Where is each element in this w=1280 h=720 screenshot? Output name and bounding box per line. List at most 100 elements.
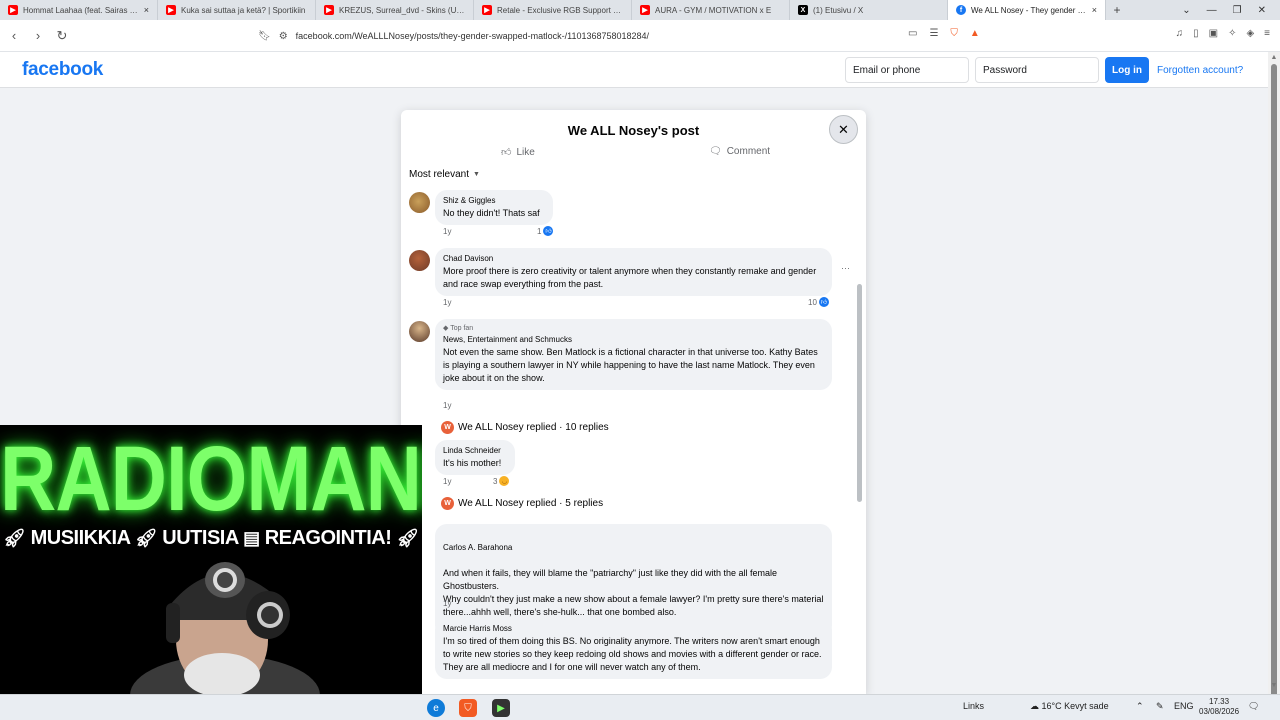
forgotten-account-link[interactable]: Forgotten account? — [1157, 65, 1243, 76]
reader-icon[interactable]: ☰ — [929, 28, 938, 39]
youtube-icon: ▶ — [324, 5, 334, 15]
avatar[interactable] — [409, 250, 430, 271]
comment-time[interactable]: 1y — [443, 401, 451, 410]
cloud-rain-icon: ☁︎ — [1030, 701, 1039, 711]
view-replies-link[interactable]: W We ALL Nosey replied · 5 replies — [441, 497, 603, 510]
password-field[interactable] — [975, 57, 1099, 83]
comment-time[interactable]: 1y — [443, 227, 451, 236]
browser-tab[interactable]: X (1) Etusivu / X — [790, 0, 948, 20]
browser-tab[interactable]: ▶ Retale - Exclusive RGB Support (w/ — [474, 0, 632, 20]
notification-icon[interactable]: 🗨︎ — [1248, 701, 1259, 712]
back-icon[interactable]: ‹ — [4, 28, 24, 43]
close-tab-icon[interactable]: × — [144, 5, 149, 15]
top-fan-badge: ◆ Top fan — [443, 325, 474, 332]
browser-tab[interactable]: ▶ Kuka sai suttaa ja ketä? | Sportikiin — [158, 0, 316, 20]
commenter-name[interactable]: Chad Davison — [443, 253, 824, 265]
stream-overlay: RADIOMANE 🚀︎ MUSIIKKIA 🚀︎ UUTISIA ▤ REAG… — [0, 425, 422, 695]
cast-icon[interactable]: ▭ — [908, 28, 917, 39]
browser-toolbar: ‹ › ↻ 🔖︎ ⚙︎ facebook.com/WeALLLNosey/pos… — [0, 20, 1280, 52]
comment-bubble: ◆ Top fan News, Entertainment and Schmuc… — [435, 319, 832, 390]
close-dialog-button[interactable]: ✕ — [829, 115, 858, 144]
clock[interactable]: 17.33 03/08/2026 — [1199, 697, 1239, 717]
avatar[interactable] — [409, 192, 430, 213]
close-icon: ✕ — [838, 121, 849, 137]
brave-icon[interactable]: ⛉ — [459, 699, 477, 717]
weather-widget[interactable]: ☁︎ 16°C Kevyt sade — [1030, 701, 1109, 712]
site-info-icon[interactable]: ⚙︎ — [279, 31, 288, 42]
media-player-icon[interactable]: ▶ — [492, 699, 510, 717]
caret-down-icon: ▼ — [473, 171, 480, 178]
commenter-name[interactable]: Carlos A. Barahona — [443, 542, 824, 554]
commenter-name[interactable]: Marcie Harris Moss — [443, 623, 824, 635]
reaction-count[interactable]: 10 👍︎ — [808, 297, 829, 307]
menu-icon[interactable]: ≡ — [1264, 28, 1270, 39]
scroll-up-icon[interactable]: ▲ — [1268, 54, 1280, 61]
comment-text: And when it fails, they will blame the "… — [443, 568, 824, 617]
login-button[interactable]: Log in — [1105, 57, 1149, 83]
url-text[interactable]: facebook.com/WeALLLNosey/posts/they-gend… — [296, 31, 649, 41]
browser-tab[interactable]: ▶ KREZUS, Surreal_dvd - Skins (Ultra O — [316, 0, 474, 20]
youtube-icon: ▶ — [166, 5, 176, 15]
page-scrollbar[interactable]: ▲ ▼ — [1268, 52, 1280, 698]
browser-tab-active[interactable]: f We ALL Nosey - They gender sw × — [948, 0, 1106, 20]
comment-bubble: Linda Schneider It's his mother! — [435, 440, 515, 475]
comment-sort-dropdown[interactable]: Most relevant ▼ — [409, 169, 480, 180]
avatar[interactable] — [409, 321, 430, 342]
forward-icon[interactable]: › — [28, 28, 48, 43]
dialog-scrollbar[interactable] — [857, 284, 862, 502]
overlay-title: RADIOMANE — [0, 425, 422, 530]
youtube-icon: ▶ — [482, 5, 492, 15]
reload-icon[interactable]: ↻ — [52, 28, 72, 44]
chevron-up-icon[interactable]: ⌃ — [1136, 701, 1144, 712]
comment-bubble: Marcie Harris Moss I'm so tired of them … — [435, 618, 832, 679]
leo-icon[interactable]: ✧ — [1228, 28, 1236, 39]
scroll-down-icon[interactable]: ▼ — [1268, 682, 1280, 689]
close-tab-icon[interactable]: × — [1092, 5, 1097, 15]
rocket-icon: 🚀︎ — [3, 528, 26, 548]
edge-icon[interactable]: e — [427, 699, 445, 717]
browser-tab[interactable]: ▶Hommat Laahaa (feat. Sairas T) - Yo× — [0, 0, 158, 20]
page-scrollbar-thumb[interactable] — [1271, 64, 1277, 698]
post-actions: 👍︎ Like 🗨︎ Comment — [401, 146, 866, 160]
sidebar-icon[interactable]: ▯ — [1193, 28, 1199, 39]
chevron-down-icon[interactable]: ⌄ — [1182, 5, 1190, 16]
comment-text: It's his mother! — [443, 458, 502, 468]
links-toolbar[interactable]: Links — [963, 701, 984, 711]
x-icon: X — [798, 5, 808, 15]
browser-tab[interactable]: ▶ AURA - GYM / MOTIVATION x E — [632, 0, 790, 20]
commenter-name[interactable]: News, Entertainment and Schmucks — [443, 334, 824, 346]
bookmark-icon[interactable]: 🔖︎ — [258, 31, 271, 42]
comment-text: Not even the same show. Ben Matlock is a… — [443, 347, 818, 383]
vpn-icon[interactable]: ◈ — [1246, 28, 1254, 39]
minimize-icon[interactable]: — — [1207, 5, 1217, 16]
reaction-count[interactable]: 1 👍︎ — [537, 226, 554, 236]
maximize-icon[interactable]: ❐ — [1233, 5, 1242, 16]
comment-time[interactable]: 1y — [443, 477, 451, 486]
pen-icon[interactable]: ✎ — [1156, 701, 1164, 712]
view-replies-link[interactable]: W We ALL Nosey replied · 10 replies — [441, 421, 609, 434]
youtube-icon: ▶ — [640, 5, 650, 15]
like-button[interactable]: 👍︎ Like — [501, 146, 535, 159]
address-bar[interactable]: 🔖︎ ⚙︎ facebook.com/WeALLLNosey/posts/the… — [258, 24, 998, 48]
close-window-icon[interactable]: ✕ — [1258, 5, 1266, 16]
more-options-icon[interactable]: ··· — [841, 263, 850, 273]
comment-text: More proof there is zero creativity or t… — [443, 266, 817, 289]
comment-time[interactable]: 1y — [443, 599, 451, 608]
facebook-header: facebook Log in Forgotten account? — [0, 52, 1268, 88]
commenter-name[interactable]: Linda Schneider — [443, 445, 507, 457]
facebook-logo[interactable]: facebook — [22, 59, 103, 81]
new-tab-icon[interactable]: + — [1106, 3, 1128, 17]
email-field[interactable] — [845, 57, 969, 83]
reaction-count[interactable]: 3 ◡ — [493, 476, 510, 486]
brave-rewards-icon[interactable]: ▲ — [970, 28, 980, 39]
facebook-icon: f — [956, 5, 966, 15]
comment-bubble: Chad Davison More proof there is zero cr… — [435, 248, 832, 296]
dialog-header: We ALL Nosey's post ✕ — [401, 110, 866, 150]
comment-button[interactable]: 🗨︎ Comment — [709, 146, 770, 157]
language-indicator[interactable]: ENG — [1174, 701, 1194, 711]
music-icon[interactable]: ♫ — [1176, 28, 1184, 39]
wallet-icon[interactable]: ▣ — [1209, 28, 1218, 39]
comment-time[interactable]: 1y — [443, 298, 451, 307]
commenter-name[interactable]: Shiz & Giggles — [443, 195, 545, 207]
brave-shield-icon[interactable]: ⛉ — [950, 28, 958, 39]
